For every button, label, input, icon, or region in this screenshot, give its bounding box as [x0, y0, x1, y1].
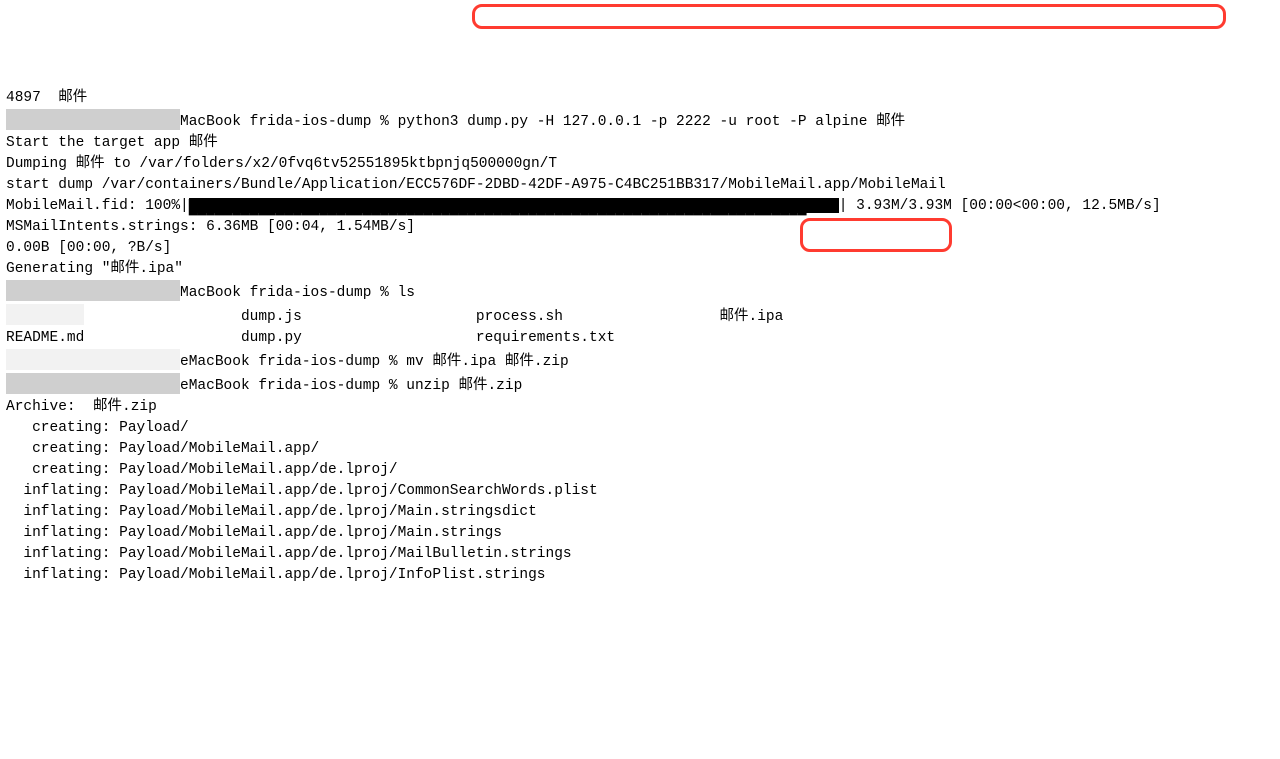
- highlight-command: [472, 4, 1226, 29]
- ls-col1: README.md: [6, 330, 84, 346]
- terminal-text: 0.00B [00:00, ?B/s]: [6, 240, 171, 256]
- terminal-text: 4897 邮件: [6, 90, 87, 106]
- terminal-line: Archive: 邮件.zip: [6, 397, 1274, 418]
- terminal-line: creating: Payload/MobileMail.app/: [6, 439, 1274, 460]
- terminal-text: inflating: Payload/MobileMail.app/de.lpr…: [6, 525, 502, 541]
- terminal-line: MSMailIntents.strings: 6.36MB [00:04, 1.…: [6, 217, 1274, 238]
- terminal-text: inflating: Payload/MobileMail.app/de.lpr…: [6, 483, 598, 499]
- terminal-line: inflating: Payload/MobileMail.app/de.lpr…: [6, 523, 1274, 544]
- terminal-line: eMacBook frida-ios-dump % unzip 邮件.zip: [6, 373, 1274, 397]
- terminal-text: inflating: Payload/MobileMail.app/de.lpr…: [6, 546, 572, 562]
- terminal-text: creating: Payload/MobileMail.app/de.lpro…: [6, 462, 398, 478]
- terminal-line: inflating: Payload/MobileMail.app/de.lpr…: [6, 544, 1274, 565]
- terminal-line: inflating: Payload/MobileMail.app/de.lpr…: [6, 481, 1274, 502]
- terminal-line: Start the target app 邮件: [6, 133, 1274, 154]
- terminal-line: inflating: Payload/MobileMail.app/de.lpr…: [6, 565, 1274, 586]
- ls-output: dump.js process.sh 邮件.ipa: [84, 309, 783, 325]
- terminal-text: Archive: 邮件.zip: [6, 399, 157, 415]
- terminal-text: eMacBook frida-ios-dump % unzip 邮件.zip: [180, 378, 522, 394]
- terminal-line: creating: Payload/: [6, 418, 1274, 439]
- terminal-line: 0.00B [00:00, ?B/s]: [6, 238, 1274, 259]
- terminal-line: start dump /var/containers/Bundle/Applic…: [6, 175, 1274, 196]
- progress-stats: | 3.93M/3.93M [00:00<00:00, 12.5MB/s]: [839, 198, 1161, 214]
- terminal-text: MSMailIntents.strings: 6.36MB [00:04, 1.…: [6, 219, 415, 235]
- terminal-text: Start the target app 邮件: [6, 135, 218, 151]
- terminal-text: inflating: Payload/MobileMail.app/de.lpr…: [6, 567, 546, 583]
- terminal-line: 4897 邮件: [6, 88, 1274, 109]
- terminal-line: MobileMail.fid: 100%|███████████████████…: [6, 196, 1274, 217]
- terminal-text: eMacBook frida-ios-dump % mv 邮件.ipa 邮件.z…: [180, 354, 569, 370]
- terminal-line: eMacBook frida-ios-dump % mv 邮件.ipa 邮件.z…: [6, 349, 1274, 373]
- terminal-line: MacBook frida-ios-dump % ls: [6, 280, 1274, 304]
- progress-label: MobileMail.fid: 100%|: [6, 198, 189, 214]
- terminal-line: inflating: Payload/MobileMail.app/de.lpr…: [6, 502, 1274, 523]
- progress-bar: ████████████████████████████████████████…: [189, 198, 839, 213]
- terminal-text: inflating: Payload/MobileMail.app/de.lpr…: [6, 504, 537, 520]
- terminal-line: LICENSE dump.js process.sh 邮件.ipa: [6, 304, 1274, 328]
- terminal-text: creating: Payload/: [6, 420, 189, 436]
- terminal-text: Dumping 邮件 to /var/folders/x2/0fvq6tv525…: [6, 156, 557, 172]
- redacted-hostname: [6, 280, 180, 301]
- redacted-hostname: [6, 373, 180, 394]
- ls-output: dump.py requirements.txt: [84, 330, 615, 346]
- redacted-text: LICENSE: [6, 304, 84, 325]
- terminal-line: MacBook frida-ios-dump % python3 dump.py…: [6, 109, 1274, 133]
- terminal-text: creating: Payload/MobileMail.app/: [6, 441, 319, 457]
- terminal-line: creating: Payload/MobileMail.app/de.lpro…: [6, 460, 1274, 481]
- terminal-text: start dump /var/containers/Bundle/Applic…: [6, 177, 946, 193]
- terminal-line: README.md dump.py requirements.txt: [6, 328, 1274, 349]
- terminal-line: Dumping 邮件 to /var/folders/x2/0fvq6tv525…: [6, 154, 1274, 175]
- terminal-text: MacBook frida-ios-dump % ls: [180, 285, 415, 301]
- redacted-hostname: [6, 109, 180, 130]
- terminal-line: Generating "邮件.ipa": [6, 259, 1274, 280]
- terminal-text: Generating "邮件.ipa": [6, 261, 183, 277]
- terminal-output: 4897 邮件 MacBook frida-ios-dump % python3…: [6, 88, 1274, 586]
- redacted-hostname: [6, 349, 180, 370]
- terminal-text: MacBook frida-ios-dump % python3 dump.py…: [180, 114, 905, 130]
